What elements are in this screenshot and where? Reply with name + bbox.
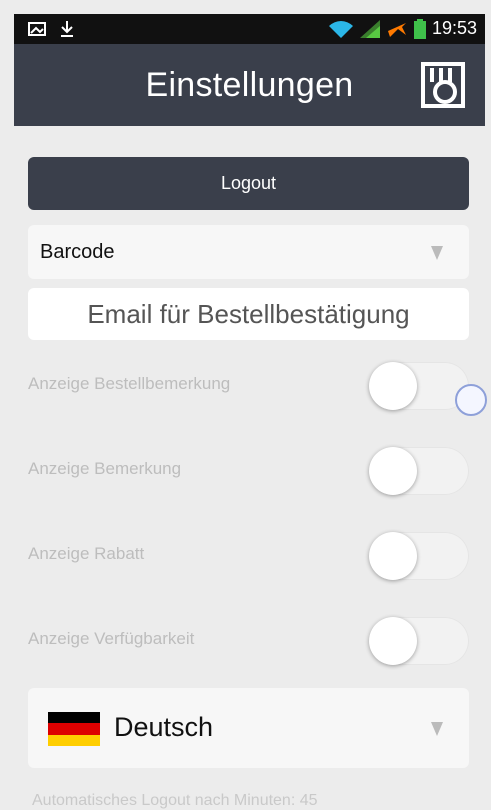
language-select-value: Deutsch [114,712,214,742]
toggle-knob [369,447,417,495]
german-flag-icon [48,712,100,746]
focus-indicator [455,384,487,416]
page-title: Einstellungen [145,66,354,104]
status-time: 19:53 [431,18,477,38]
toggle-switch-verfuegbarkeit[interactable] [369,617,469,665]
toggle-knob [369,617,417,665]
toggle-switch-bemerkung[interactable] [369,447,469,495]
toggle-row-verfuegbarkeit: Anzeige Verfügbarkeit [28,611,469,671]
signal-icon [359,19,380,38]
image-icon [28,22,46,36]
app-logo-icon[interactable] [421,62,465,108]
auto-logout-note: Automatisches Logout nach Minuten: 45 [32,792,318,809]
toggle-row-bemerkung: Anzeige Bemerkung [28,441,469,501]
email-field[interactable]: Email für Bestellbestätigung [28,288,469,340]
toggle-row-bestellbemerkung: Anzeige Bestellbemerkung [28,356,487,416]
barcode-select-value: Barcode [40,241,115,263]
language-select[interactable]: Deutsch [28,688,469,768]
toggle-label: Anzeige Verfügbarkeit [28,629,195,648]
toggle-switch-bestellbemerkung[interactable] [369,362,487,416]
barcode-select[interactable]: Barcode [28,225,469,279]
logout-button[interactable]: Logout [28,157,469,210]
status-bar: 19:53 [14,14,485,44]
app-bar: Einstellungen [14,44,485,126]
toggle-label: Anzeige Rabatt [28,544,145,563]
wifi-icon [328,20,353,38]
toggle-label: Anzeige Bestellbemerkung [28,374,231,393]
download-icon [61,21,73,37]
toggle-switch-rabatt[interactable] [369,532,469,580]
toggle-label: Anzeige Bemerkung [28,459,182,478]
toggle-knob [369,362,417,410]
chevron-down-icon [431,246,443,260]
chevron-down-icon [431,722,443,736]
battery-icon [413,18,426,39]
toggle-knob [369,532,417,580]
toggle-row-rabatt: Anzeige Rabatt [28,526,469,586]
settings-content: Logout Barcode Email für Bestellbestätig… [14,126,487,809]
airplane-mode-icon [387,22,406,37]
